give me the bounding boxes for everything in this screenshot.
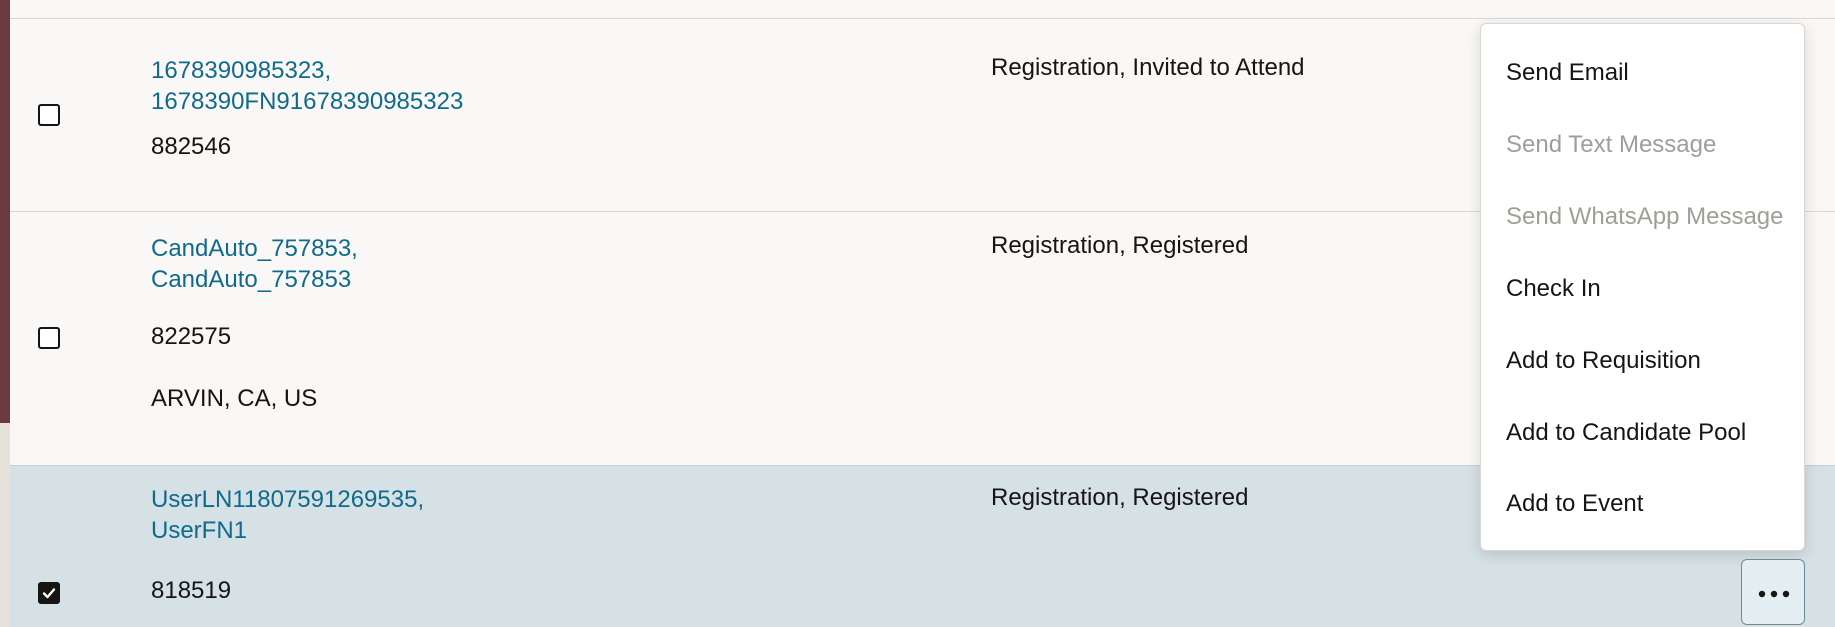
- table-top-strip: [10, 0, 1835, 18]
- candidate-name-line1[interactable]: CandAuto_757853,: [151, 233, 358, 264]
- candidate-name-line1[interactable]: 1678390985323,: [151, 55, 463, 86]
- checkmark-icon: [42, 588, 56, 599]
- candidate-status: Registration, Invited to Attend: [991, 54, 1305, 81]
- candidate-name-link[interactable]: UserLN11807591269535, UserFN1: [151, 484, 424, 546]
- actions-menu: Send Email Send Text Message Send WhatsA…: [1480, 23, 1805, 551]
- menu-item-send-email[interactable]: Send Email: [1506, 58, 1629, 88]
- candidate-status: Registration, Registered: [991, 232, 1249, 259]
- candidate-status: Registration, Registered: [991, 484, 1249, 511]
- row-checkbox[interactable]: [38, 104, 60, 126]
- candidate-id: 818519: [151, 577, 232, 604]
- menu-item-add-to-candidate-pool[interactable]: Add to Candidate Pool: [1506, 418, 1746, 448]
- menu-item-send-whatsapp-message[interactable]: Send WhatsApp Message: [1506, 202, 1784, 232]
- more-actions-button[interactable]: [1741, 559, 1805, 625]
- candidate-name-link[interactable]: 1678390985323, 1678390FN91678390985323: [151, 55, 463, 117]
- candidate-name-line2[interactable]: 1678390FN91678390985323: [151, 86, 463, 117]
- left-accent-stripe: [0, 0, 10, 423]
- candidate-id: 882546: [151, 133, 232, 160]
- more-actions-icon: [1758, 590, 1790, 598]
- candidate-name-link[interactable]: CandAuto_757853, CandAuto_757853: [151, 233, 358, 295]
- menu-item-send-text-message[interactable]: Send Text Message: [1506, 130, 1716, 160]
- row-checkbox-checked[interactable]: [38, 582, 60, 604]
- menu-item-add-to-requisition[interactable]: Add to Requisition: [1506, 346, 1701, 376]
- row-checkbox[interactable]: [38, 327, 60, 349]
- candidate-location: ARVIN, CA, US: [151, 385, 318, 412]
- candidate-name-line2[interactable]: UserFN1: [151, 515, 424, 546]
- left-stripe-bottom: [0, 423, 10, 627]
- menu-item-check-in[interactable]: Check In: [1506, 274, 1601, 304]
- candidate-id: 822575: [151, 323, 232, 350]
- candidate-name-line2[interactable]: CandAuto_757853: [151, 264, 358, 295]
- menu-item-add-to-event[interactable]: Add to Event: [1506, 489, 1643, 519]
- candidate-name-line1[interactable]: UserLN11807591269535,: [151, 484, 424, 515]
